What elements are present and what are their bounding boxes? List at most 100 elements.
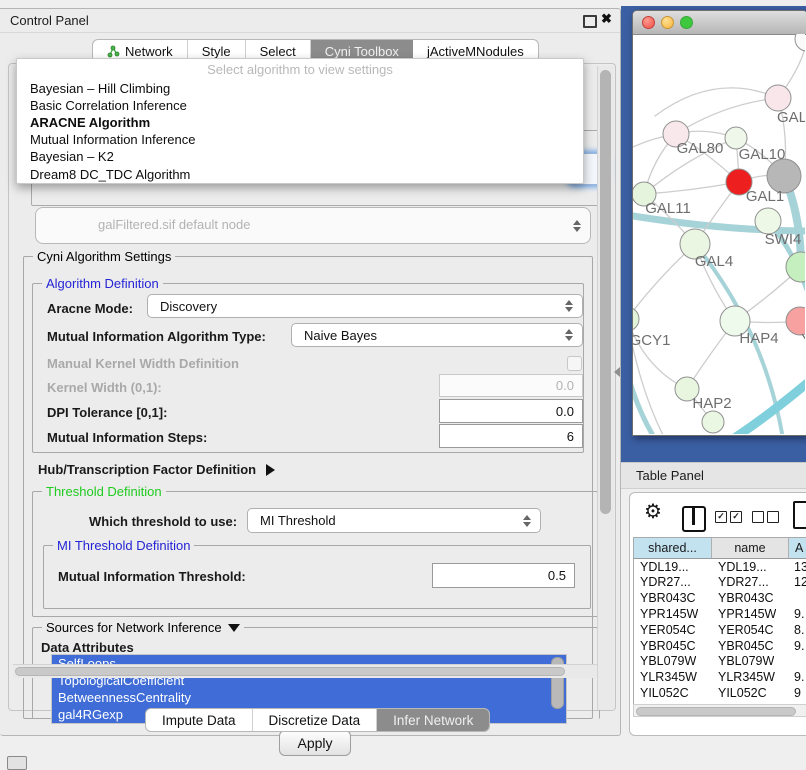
which-threshold-combobox[interactable]: MI Threshold <box>247 508 541 533</box>
control-panel-title: Control Panel <box>10 13 89 28</box>
tab-impute-data[interactable]: Impute Data <box>146 709 253 731</box>
table-row[interactable]: YBL079WYBL079W <box>634 654 806 670</box>
network-node-label: SWI4 <box>765 231 802 248</box>
algorithm-placeholder: Select algorithm to view settings <box>17 59 583 79</box>
table-row[interactable]: YPR145WYPR145W9. <box>634 607 806 623</box>
settings-vertical-scrollbar[interactable] <box>597 66 614 710</box>
gear-icon[interactable]: ⚙ <box>644 499 662 524</box>
split-divider-arrow[interactable] <box>614 367 620 377</box>
manual-kernel-checkbox[interactable] <box>567 356 582 371</box>
node-table: shared... name A YDL19...YDL19...13YDR27… <box>633 537 806 704</box>
tab-infer-network[interactable]: Infer Network <box>377 709 489 731</box>
table-cell: 9. <box>794 670 804 684</box>
hub-definition-label: Hub/Transcription Factor Definition <box>38 462 256 477</box>
zoom-traffic-light[interactable] <box>680 16 693 29</box>
network-node[interactable] <box>633 307 639 331</box>
apply-button[interactable]: Apply <box>279 730 351 756</box>
mi-steps-field[interactable]: 6 <box>439 424 583 448</box>
split-columns-icon[interactable] <box>682 506 706 532</box>
column-header-partial[interactable]: A <box>789 538 806 559</box>
tab-discretize-data[interactable]: Discretize Data <box>253 709 378 731</box>
table-cell: YER054C <box>718 623 774 637</box>
table-source-combobox[interactable]: galFiltered.sif default node <box>35 207 591 244</box>
threshold-definition-group: Threshold Definition Which threshold to … <box>32 491 600 617</box>
dpi-tolerance-field[interactable]: 0.0 <box>439 399 583 423</box>
sources-group-title[interactable]: Sources for Network Inference <box>42 620 244 635</box>
algorithm-option[interactable]: Basic Correlation Inference <box>17 96 583 113</box>
table-panel-titlebar: Table Panel <box>621 462 806 489</box>
table-row[interactable]: YLR345WYLR345W9. <box>634 670 806 686</box>
minimize-traffic-light[interactable] <box>661 16 674 29</box>
table-cell: 9. <box>794 639 804 653</box>
network-node-label: Y <box>801 331 805 348</box>
mi-threshold-field[interactable]: 0.5 <box>432 563 575 588</box>
network-node-label: GCY1 <box>633 332 670 349</box>
settings-horizontal-scrollbar[interactable] <box>13 664 597 678</box>
control-panel-titlebar: Control Panel ✖ <box>0 9 620 33</box>
algorithm-option[interactable]: ARACNE Algorithm <box>17 113 583 130</box>
algorithm-option[interactable]: Bayesian – Hill Climbing <box>17 79 583 96</box>
network-canvas[interactable]: GAL80GAL10GAL1GAL11GALSWI4GAL4GCY1HAP4YH… <box>633 34 805 434</box>
table-cell: YPR145W <box>640 607 698 621</box>
stepper-icon <box>523 515 531 527</box>
network-edge <box>655 88 778 116</box>
network-node[interactable] <box>702 411 724 433</box>
table-cell: 8. <box>794 623 804 637</box>
checkbox-unchecked-icon[interactable] <box>767 511 779 523</box>
algorithm-option[interactable]: Bayesian – K2 <box>17 148 583 165</box>
algorithm-option[interactable]: Dream8 DC_TDC Algorithm <box>17 165 583 182</box>
mi-type-label: Mutual Information Algorithm Type: <box>47 329 266 344</box>
vertical-scrollbar-thumb[interactable] <box>600 70 611 514</box>
horizontal-scrollbar-thumb[interactable] <box>15 667 565 676</box>
stepper-icon <box>565 329 573 341</box>
close-icon[interactable]: ✖ <box>601 11 612 27</box>
table-row[interactable]: YBR043CYBR043C <box>634 591 806 607</box>
table-cell: YDL19... <box>718 560 767 574</box>
network-node-label: GAL1 <box>746 188 784 205</box>
kernel-width-label: Kernel Width (0,1): <box>47 380 162 395</box>
network-node[interactable] <box>765 85 791 111</box>
network-node-label: GAL80 <box>677 140 724 157</box>
algorithm-dropdown-popup: Select algorithm to view settings Bayesi… <box>16 58 584 184</box>
table-cell: 12 <box>794 575 806 589</box>
table-row[interactable]: YBR045CYBR045C9. <box>634 639 806 655</box>
checkbox-checked-icon[interactable]: ✓ <box>730 511 742 523</box>
cyni-algorithm-settings-group: Cyni Algorithm Settings Algorithm Defini… <box>23 256 593 719</box>
table-source-value: galFiltered.sif default node <box>98 217 250 232</box>
new-table-icon[interactable] <box>793 501 806 529</box>
table-horizontal-scrollbar[interactable] <box>633 704 806 717</box>
column-header-shared[interactable]: shared... <box>634 538 712 559</box>
network-edge <box>644 182 739 194</box>
mi-threshold-label: Mutual Information Threshold: <box>58 569 246 584</box>
network-node-label: GAL10 <box>739 146 786 163</box>
mi-type-combobox[interactable]: Naive Bayes <box>291 323 583 347</box>
table-cell: YDR27... <box>718 575 769 589</box>
attribute-list-item[interactable]: BetweennessCentrality <box>52 689 566 706</box>
mi-threshold-group-title: MI Threshold Definition <box>53 538 194 553</box>
network-node[interactable] <box>795 34 805 51</box>
expanded-arrow-icon <box>228 624 240 632</box>
checkbox-checked-icon[interactable]: ✓ <box>715 511 727 523</box>
float-window-icon[interactable] <box>583 15 597 28</box>
table-hscroll-thumb[interactable] <box>636 707 796 716</box>
dock-panel-icon[interactable] <box>7 756 27 770</box>
algorithm-option[interactable]: Mutual Information Inference <box>17 131 583 148</box>
close-traffic-light[interactable] <box>642 16 655 29</box>
kernel-width-field[interactable]: 0.0 <box>439 374 583 397</box>
mi-steps-label: Mutual Information Steps: <box>47 430 207 445</box>
table-row[interactable]: YER054CYER054C8. <box>634 623 806 639</box>
network-node-label: HAP2 <box>692 395 731 412</box>
table-row[interactable]: YDR27...YDR27...12 <box>634 575 806 591</box>
table-cell: 9. <box>794 607 804 621</box>
table-row[interactable]: YDL19...YDL19...13 <box>634 560 806 576</box>
table-row[interactable]: YIL052CYIL052C9 <box>634 686 806 702</box>
aracne-mode-label: Aracne Mode: <box>47 301 133 316</box>
checkbox-unchecked-icon[interactable] <box>752 511 764 523</box>
aracne-mode-combobox[interactable]: Discovery <box>147 294 583 318</box>
table-panel-card: ⚙ ✓ ✓ shared... name A YDL19...YDL19...1… <box>629 492 806 736</box>
table-cell: YBR045C <box>718 639 774 653</box>
network-node-label: GAL <box>777 109 805 126</box>
network-window-titlebar[interactable] <box>633 11 806 35</box>
column-header-name[interactable]: name <box>712 538 789 559</box>
hub-definition-toggle[interactable]: Hub/Transcription Factor Definition <box>38 462 275 477</box>
